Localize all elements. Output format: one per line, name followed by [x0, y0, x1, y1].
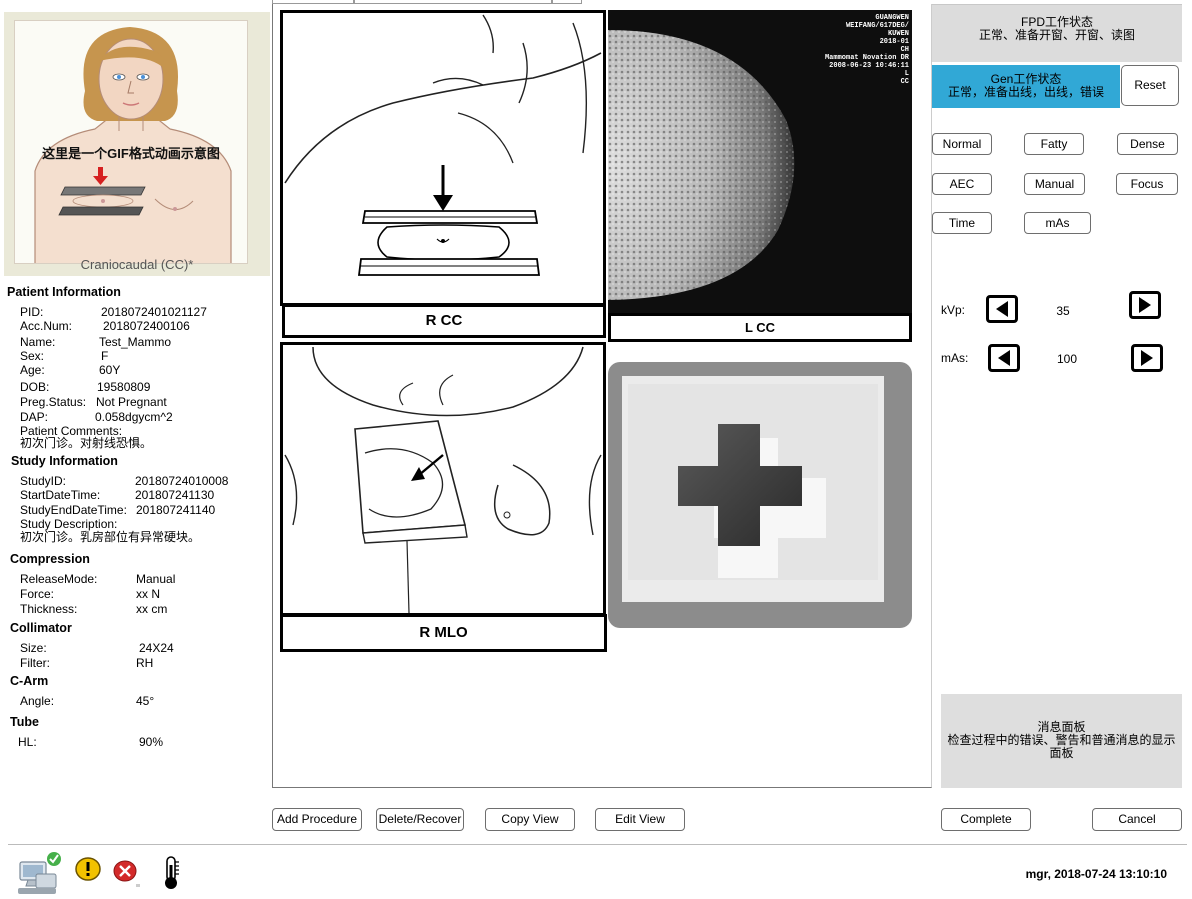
c-arm-title: C-Arm: [10, 674, 49, 688]
network-connected-icon[interactable]: [14, 850, 64, 899]
mode-fatty-button[interactable]: Fatty: [1024, 133, 1084, 155]
kvp-value: 35: [1056, 304, 1070, 318]
error-icon[interactable]: [112, 858, 140, 891]
view-l-cc-image[interactable]: GUANGWEN WEIFANG/617DEG/ KUWEN 2018-01 C…: [608, 10, 912, 316]
status-divider: [8, 844, 1187, 845]
edit-view-button[interactable]: Edit View: [595, 808, 685, 831]
arrow-left-icon: [996, 301, 1008, 317]
view-r-cc-label: R CC: [282, 304, 606, 338]
gen-status-states: 正常，准备出线，出线，错误: [947, 85, 1104, 99]
kvp-decrease-button[interactable]: [986, 295, 1018, 323]
mode-focus-button[interactable]: Focus: [1116, 173, 1178, 195]
illustration-caption: Craniocaudal (CC)*: [80, 257, 194, 272]
arrow-left-icon: [998, 350, 1010, 366]
r-cc-sketch-icon: [283, 13, 603, 303]
mode-time-button[interactable]: Time: [932, 212, 992, 234]
mode-mas-button[interactable]: mAs: [1024, 212, 1091, 234]
view-l-cc-label: L CC: [608, 313, 912, 342]
kvp-increase-button[interactable]: [1129, 291, 1161, 319]
tab-stub: [354, 0, 552, 4]
view-r-cc-thumbnail[interactable]: [280, 10, 606, 306]
xray-overlay-text: GUANGWEN WEIFANG/617DEG/ KUWEN 2018-01 C…: [824, 14, 909, 86]
plus-icon: [622, 376, 884, 602]
mode-manual-button[interactable]: Manual: [1024, 173, 1085, 195]
gen-status-panel: Gen工作状态 正常，准备出线，出线，错误: [932, 65, 1120, 108]
mas-decrease-button[interactable]: [988, 344, 1020, 372]
cancel-button[interactable]: Cancel: [1092, 808, 1182, 831]
add-view-pad: [622, 376, 884, 602]
study-description: 初次门诊。乳房部位有异常硬块。: [20, 530, 201, 544]
positioning-illustration: 这里是一个GIF格式动画示意图 Craniocaudal (CC)*: [4, 12, 270, 276]
r-mlo-sketch-icon: [283, 345, 603, 614]
add-procedure-button[interactable]: Add Procedure: [272, 808, 362, 831]
fpd-status-states: 正常、准备开窗、开窗、读图: [978, 28, 1135, 42]
complete-button[interactable]: Complete: [941, 808, 1031, 831]
add-view-button[interactable]: [608, 362, 912, 628]
view-r-mlo-label: R MLO: [280, 614, 607, 652]
patient-info-title: Patient Information: [7, 285, 121, 299]
message-panel-text: 检查过程中的错误、警告和普通消息的显示面板: [947, 733, 1176, 760]
temperature-icon[interactable]: [160, 855, 182, 894]
compression-title: Compression: [10, 552, 90, 566]
copy-view-button[interactable]: Copy View: [485, 808, 575, 831]
mas-label: mAs:: [941, 351, 969, 365]
study-description-label: Study Description:: [20, 517, 118, 531]
warning-icon[interactable]: [75, 857, 103, 886]
user-datetime: mgr, 2018-07-24 13:10:10: [1025, 867, 1167, 881]
fpd-status-panel: FPD工作状态 正常、准备开窗、开窗、读图: [932, 4, 1182, 62]
mode-normal-button[interactable]: Normal: [932, 133, 992, 155]
delete-recover-button[interactable]: Delete/Recover: [376, 808, 464, 831]
tube-title: Tube: [10, 715, 39, 729]
reset-button[interactable]: Reset: [1121, 65, 1179, 106]
mas-value: 100: [1056, 352, 1078, 366]
mode-dense-button[interactable]: Dense: [1117, 133, 1178, 155]
tab-stub: [272, 0, 354, 4]
mode-aec-button[interactable]: AEC: [932, 173, 992, 195]
message-panel: 消息面板 检查过程中的错误、警告和普通消息的显示面板: [941, 694, 1182, 788]
mas-increase-button[interactable]: [1131, 344, 1163, 372]
illustration-image: 这里是一个GIF格式动画示意图: [14, 20, 248, 264]
patient-comments: 初次门诊。对射线恐惧。: [20, 436, 153, 450]
animation-note: 这里是一个GIF格式动画示意图: [42, 146, 220, 161]
arrow-right-icon: [1139, 297, 1151, 313]
kvp-label: kVp:: [941, 303, 966, 317]
arrow-right-icon: [1141, 350, 1153, 366]
tab-stub: [552, 0, 582, 4]
study-info-title: Study Information: [11, 454, 118, 468]
view-r-mlo-thumbnail[interactable]: [280, 342, 606, 616]
collimator-title: Collimator: [10, 621, 72, 635]
